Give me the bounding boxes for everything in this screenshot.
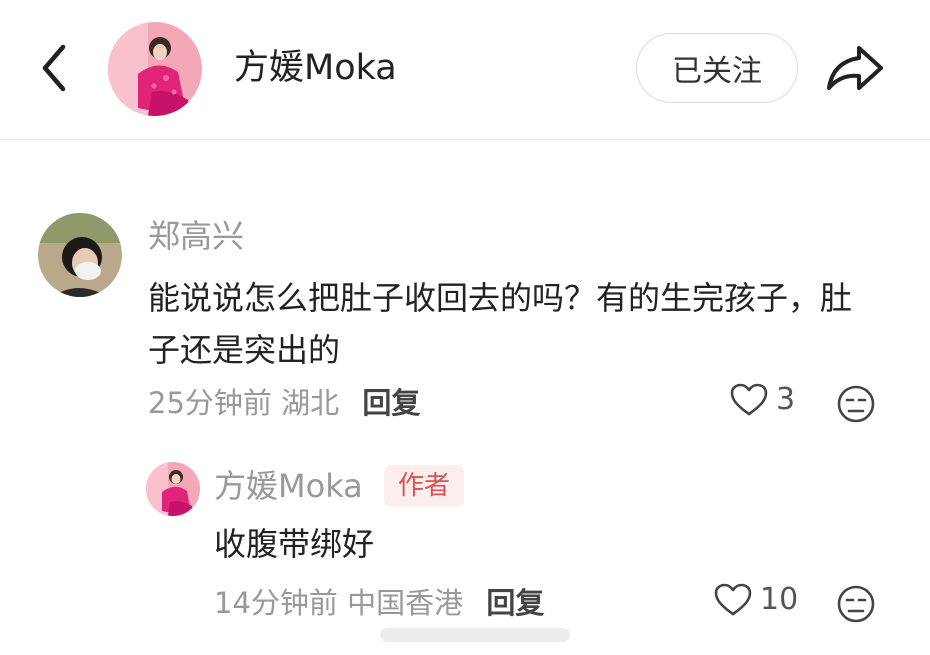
back-button[interactable]: [30, 40, 78, 96]
heart-icon: [714, 583, 752, 615]
unhappy-face-icon: [837, 385, 875, 423]
comment-meta: 25分钟前 湖北 回复: [148, 383, 420, 423]
follow-button[interactable]: 已关注: [636, 33, 798, 103]
reply-meta: 14分钟前 中国香港 回复: [214, 583, 544, 623]
reply-author-name[interactable]: 方媛Moka: [214, 466, 363, 506]
share-arrow-icon: [827, 46, 883, 90]
author-badge: 作者: [384, 465, 465, 507]
like-count: 3: [776, 382, 796, 417]
like-button[interactable]: 3: [730, 382, 795, 417]
heart-icon: [730, 383, 768, 415]
dislike-button[interactable]: [836, 584, 876, 624]
reply-location: 中国香港: [347, 586, 464, 620]
reply-button[interactable]: 回复: [362, 386, 420, 420]
dislike-button[interactable]: [836, 384, 876, 424]
reply-author-avatar[interactable]: [146, 462, 200, 516]
watermark: [380, 622, 570, 648]
like-button[interactable]: 10: [714, 582, 798, 617]
reply-button[interactable]: 回复: [486, 586, 544, 620]
comment-location: 湖北: [281, 386, 340, 420]
comment-time: 25分钟前: [148, 386, 272, 420]
author-name[interactable]: 方媛Moka: [234, 44, 397, 92]
reply-time: 14分钟前: [214, 586, 338, 620]
share-button[interactable]: [822, 38, 888, 98]
reply-text: 收腹带绑好: [214, 525, 375, 563]
unhappy-face-icon: [837, 585, 875, 623]
like-count: 10: [760, 582, 799, 617]
comment-text: 能说说怎么把肚子收回去的吗？有的生完孩子，肚子还是突出的: [148, 279, 853, 369]
author-avatar[interactable]: [108, 22, 202, 116]
top-bar: 方媛Moka 已关注: [0, 0, 930, 140]
commenter-avatar[interactable]: [38, 213, 122, 297]
commenter-name[interactable]: 郑高兴: [148, 216, 244, 256]
chevron-left-icon: [42, 44, 66, 92]
